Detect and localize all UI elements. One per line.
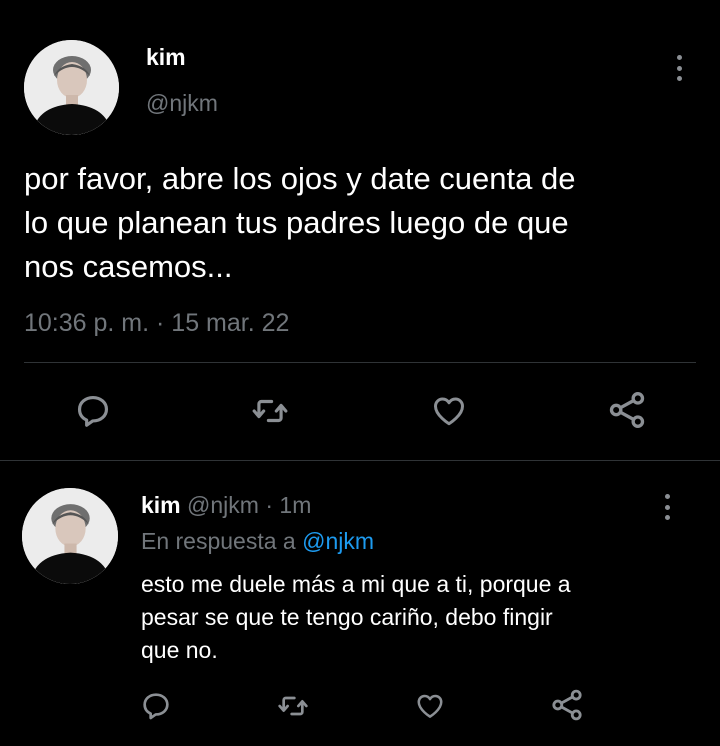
- avatar-icon: [22, 488, 118, 584]
- reply-tweet-header: kim @njkm · 1m: [141, 492, 311, 519]
- reply-tweet-text-line: pesar se que te tengo cariño, debo fingi…: [141, 604, 553, 630]
- main-tweet-text-line: nos casemos...: [24, 249, 233, 284]
- share-icon[interactable]: [606, 390, 648, 430]
- replying-to-label: En respuesta a: [141, 528, 296, 554]
- reply-icon[interactable]: [74, 392, 112, 430]
- like-icon[interactable]: [414, 691, 446, 721]
- share-icon[interactable]: [550, 688, 584, 722]
- like-icon[interactable]: [430, 393, 468, 429]
- reply-icon[interactable]: [140, 690, 172, 722]
- avatar-icon: [24, 40, 119, 135]
- retweet-icon[interactable]: [250, 392, 290, 430]
- reply-tweet-handle[interactable]: @njkm: [187, 492, 259, 518]
- reply-tweet-more-icon[interactable]: [662, 494, 672, 520]
- main-tweet-handle[interactable]: @njkm: [146, 90, 218, 117]
- main-tweet-divider-bottom: [0, 460, 720, 461]
- main-tweet-text-line: lo que planean tus padres luego de que: [24, 205, 569, 240]
- replying-to-handle-link[interactable]: @njkm: [302, 528, 374, 554]
- reply-tweet-display-name[interactable]: kim: [141, 492, 181, 518]
- main-tweet-more-icon[interactable]: [674, 55, 684, 81]
- reply-tweet-time[interactable]: 1m: [279, 492, 311, 518]
- reply-tweet-text: esto me duele más a mi que a ti, porque …: [141, 568, 571, 667]
- main-tweet-text-line: por favor, abre los ojos y date cuenta d…: [24, 161, 576, 196]
- reply-tweet-replying-to: En respuesta a @njkm: [141, 528, 374, 555]
- main-tweet-avatar[interactable]: [24, 40, 119, 135]
- main-tweet-timestamp[interactable]: 10:36 p. m. · 15 mar. 22: [24, 309, 289, 338]
- main-tweet-display-name[interactable]: kim: [146, 44, 186, 71]
- reply-tweet-text-line: que no.: [141, 637, 218, 663]
- main-tweet-divider-top: [24, 362, 696, 363]
- reply-tweet-separator: ·: [265, 492, 274, 518]
- main-tweet-text: por favor, abre los ojos y date cuenta d…: [24, 157, 575, 289]
- retweet-icon[interactable]: [276, 690, 310, 722]
- reply-tweet-text-line: esto me duele más a mi que a ti, porque …: [141, 571, 571, 597]
- reply-tweet-avatar[interactable]: [22, 488, 118, 584]
